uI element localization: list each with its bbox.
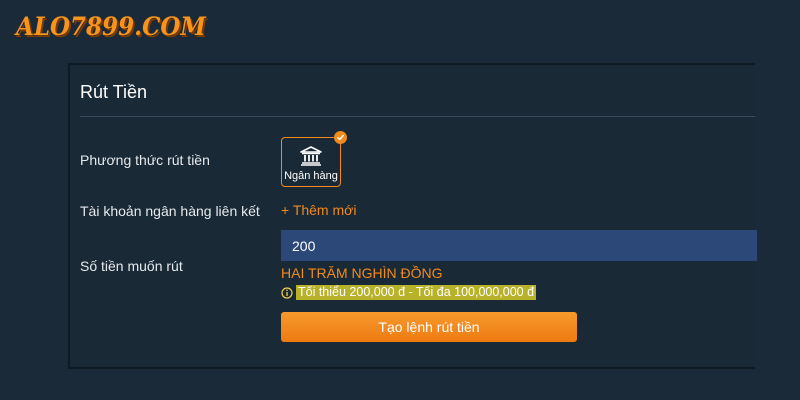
amount-input[interactable] bbox=[281, 230, 757, 261]
panel-divider bbox=[80, 116, 755, 117]
bank-method-option[interactable]: Ngân hàng bbox=[281, 131, 347, 187]
create-withdraw-button[interactable]: Tạo lệnh rút tiền bbox=[281, 312, 577, 342]
page: ALO7899.COM Rút Tiền Phương thức rút tiề… bbox=[0, 0, 800, 400]
amount-in-words: HAI TRĂM NGHÌN ĐỒNG bbox=[281, 265, 443, 281]
linked-account-label: Tài khoản ngân hàng liên kết bbox=[80, 203, 260, 219]
info-icon bbox=[281, 286, 293, 299]
amount-label: Số tiền muốn rút bbox=[80, 258, 183, 274]
bank-icon bbox=[300, 146, 322, 166]
bank-method-label: Ngân hàng bbox=[284, 170, 338, 182]
site-logo[interactable]: ALO7899.COM bbox=[16, 12, 206, 41]
withdraw-panel: Rút Tiền Phương thức rút tiền Ngân hàng … bbox=[68, 63, 757, 369]
add-bank-account-link[interactable]: + Thêm mới bbox=[281, 202, 356, 218]
amount-limit-text: Tối thiểu 200,000 đ - Tối đa 100,000,000… bbox=[296, 285, 537, 300]
amount-limit-hint: Tối thiểu 200,000 đ - Tối đa 100,000,000… bbox=[281, 285, 537, 300]
withdraw-method-label: Phương thức rút tiền bbox=[80, 152, 210, 168]
panel-title: Rút Tiền bbox=[80, 82, 148, 102]
selected-check-icon bbox=[334, 131, 347, 144]
